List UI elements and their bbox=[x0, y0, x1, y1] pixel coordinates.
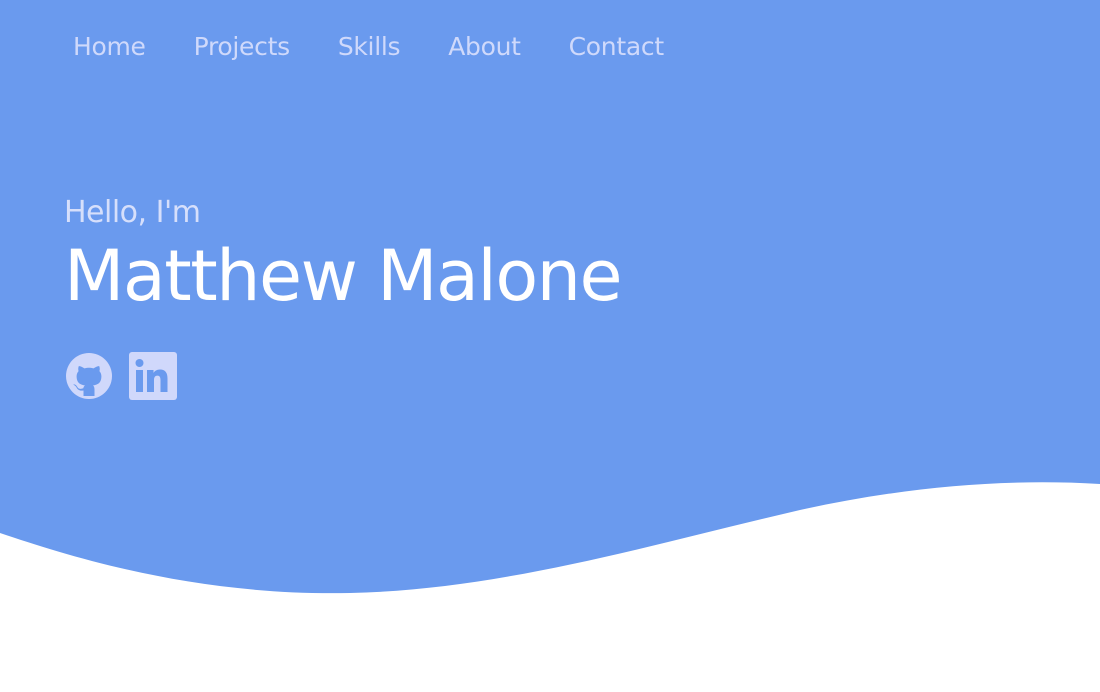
hero-wave-background bbox=[0, 0, 1100, 594]
linkedin-icon bbox=[129, 352, 177, 400]
linkedin-link[interactable] bbox=[129, 352, 177, 400]
greeting-text: Hello, I'm bbox=[64, 195, 201, 230]
nav-about-link[interactable]: About bbox=[448, 30, 521, 64]
nav-projects-link[interactable]: Projects bbox=[194, 30, 290, 64]
hero-intro: Hello, I'm Matthew Malone bbox=[64, 193, 623, 317]
hero-section: Home Projects Skills About Contact Hello… bbox=[0, 0, 1100, 692]
nav-home-link[interactable]: Home bbox=[73, 30, 146, 64]
github-icon bbox=[66, 353, 112, 399]
github-link[interactable] bbox=[65, 352, 113, 400]
nav-contact-link[interactable]: Contact bbox=[569, 30, 664, 64]
main-nav: Home Projects Skills About Contact bbox=[73, 30, 664, 64]
nav-skills-link[interactable]: Skills bbox=[338, 30, 401, 64]
hero-name: Matthew Malone bbox=[64, 235, 623, 317]
social-links bbox=[65, 352, 177, 400]
